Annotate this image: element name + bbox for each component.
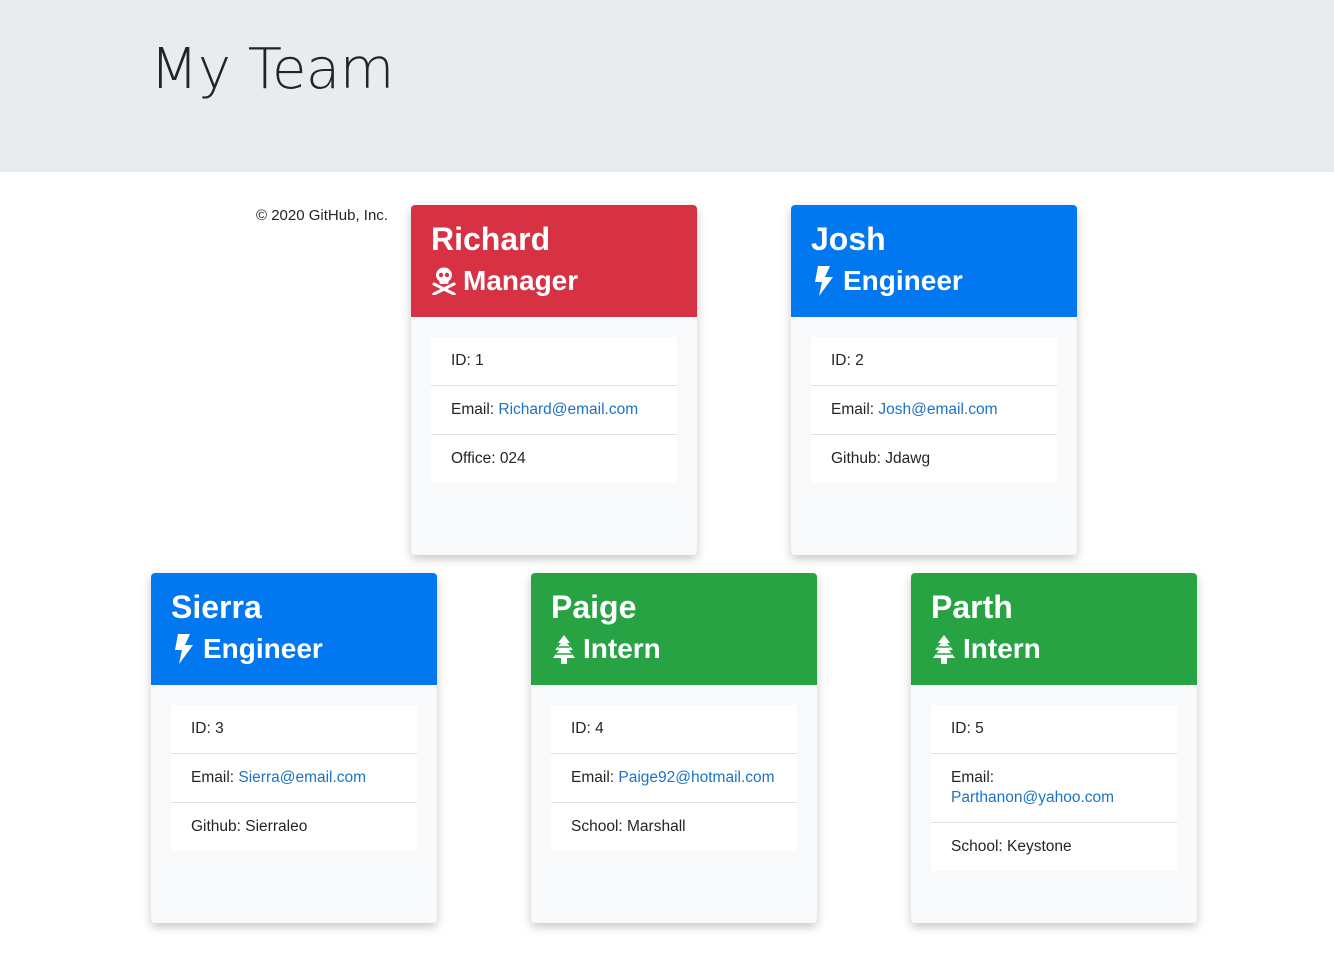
employee-email: Email: Parthanon@yahoo.com — [931, 754, 1177, 823]
employee-role-label: Intern — [963, 633, 1041, 664]
employee-email: Email: Richard@email.com — [431, 386, 677, 435]
employee-id: ID: 2 — [811, 337, 1057, 386]
card-header: Paige Intern — [531, 573, 817, 685]
employee-name: Josh — [811, 221, 886, 257]
email-link[interactable]: Josh@email.com — [878, 401, 997, 418]
card-body: ID: 3 Email: Sierra@email.com Github: Si… — [151, 685, 437, 851]
employee-role: Engineer — [171, 631, 417, 667]
employee-id: ID: 1 — [431, 337, 677, 386]
employee-id: ID: 5 — [931, 705, 1177, 754]
employee-github: Github: Sierraleo — [191, 818, 308, 835]
card-header: Sierra Engineer — [151, 573, 437, 685]
employee-role-label: Manager — [463, 265, 579, 296]
employee-school: School: Marshall — [571, 818, 686, 835]
employee-card-parth: Parth Intern ID: 5 Email: Parthanon@yaho… — [911, 573, 1197, 923]
skull-crossbones-icon — [431, 266, 457, 296]
employee-name: Richard — [431, 221, 551, 257]
employee-name: Parth — [931, 589, 1013, 625]
card-header: Parth Intern — [911, 573, 1197, 685]
employee-email: Email: Sierra@email.com — [171, 754, 417, 803]
email-label: Email: — [191, 769, 239, 786]
employee-email: Email: Josh@email.com — [811, 386, 1057, 435]
card-header: Richard Manager — [411, 205, 697, 317]
employee-role: Engineer — [811, 263, 1057, 299]
employee-id: ID: 4 — [551, 705, 797, 754]
email-label: Email: — [951, 769, 995, 786]
employee-card-josh: Josh Engineer ID: 2 Email: Josh@email.co… — [791, 205, 1077, 555]
employee-card-paige: Paige Intern ID: 4 Email: Paige92@hotmai… — [531, 573, 817, 923]
employee-card-richard: Richard Manager ID: 1 Email: Richard@ema… — [411, 205, 697, 555]
card-body: ID: 4 Email: Paige92@hotmail.com School:… — [531, 685, 817, 851]
bolt-icon — [171, 634, 197, 664]
employee-details-list: ID: 1 Email: Richard@email.com Office: 0… — [431, 337, 677, 483]
email-link[interactable]: Richard@email.com — [498, 401, 638, 418]
employee-role-label: Intern — [583, 633, 661, 664]
employee-github: Github: Jdawg — [831, 450, 931, 467]
employee-details-list: ID: 4 Email: Paige92@hotmail.com School:… — [551, 705, 797, 851]
card-body: ID: 5 Email: Parthanon@yahoo.com School:… — [911, 685, 1197, 871]
employee-role: Intern — [551, 631, 797, 667]
employee-name: Paige — [551, 589, 637, 625]
employee-details-list: ID: 2 Email: Josh@email.com Github: Jdaw… — [811, 337, 1057, 483]
card-body: ID: 1 Email: Richard@email.com Office: 0… — [411, 317, 697, 483]
employee-details-list: ID: 5 Email: Parthanon@yahoo.com School:… — [931, 705, 1177, 871]
employee-details-list: ID: 3 Email: Sierra@email.com Github: Si… — [171, 705, 417, 851]
tree-icon — [551, 634, 577, 664]
email-link[interactable]: Paige92@hotmail.com — [618, 769, 774, 786]
employee-email: Email: Paige92@hotmail.com — [551, 754, 797, 803]
employee-role: Manager — [431, 263, 677, 299]
email-label: Email: — [571, 769, 619, 786]
email-label: Email: — [451, 401, 499, 418]
employee-name: Sierra — [171, 589, 262, 625]
employee-role-label: Engineer — [843, 265, 963, 296]
email-link[interactable]: Sierra@email.com — [238, 769, 366, 786]
employee-role-label: Engineer — [203, 633, 323, 664]
bolt-icon — [811, 266, 837, 296]
employee-office: Office: 024 — [451, 450, 526, 467]
email-label: Email: — [831, 401, 879, 418]
card-header: Josh Engineer — [791, 205, 1077, 317]
employee-role: Intern — [931, 631, 1177, 667]
header-banner: My Team — [0, 0, 1334, 172]
email-link[interactable]: Parthanon@yahoo.com — [951, 789, 1114, 806]
tree-icon — [931, 634, 957, 664]
page-title: My Team — [150, 37, 394, 102]
copyright-text: © 2020 GitHub, Inc. — [256, 207, 388, 224]
employee-card-sierra: Sierra Engineer ID: 3 Email: Sierra@emai… — [151, 573, 437, 923]
employee-id: ID: 3 — [171, 705, 417, 754]
employee-school: School: Keystone — [951, 838, 1072, 855]
card-body: ID: 2 Email: Josh@email.com Github: Jdaw… — [791, 317, 1077, 483]
